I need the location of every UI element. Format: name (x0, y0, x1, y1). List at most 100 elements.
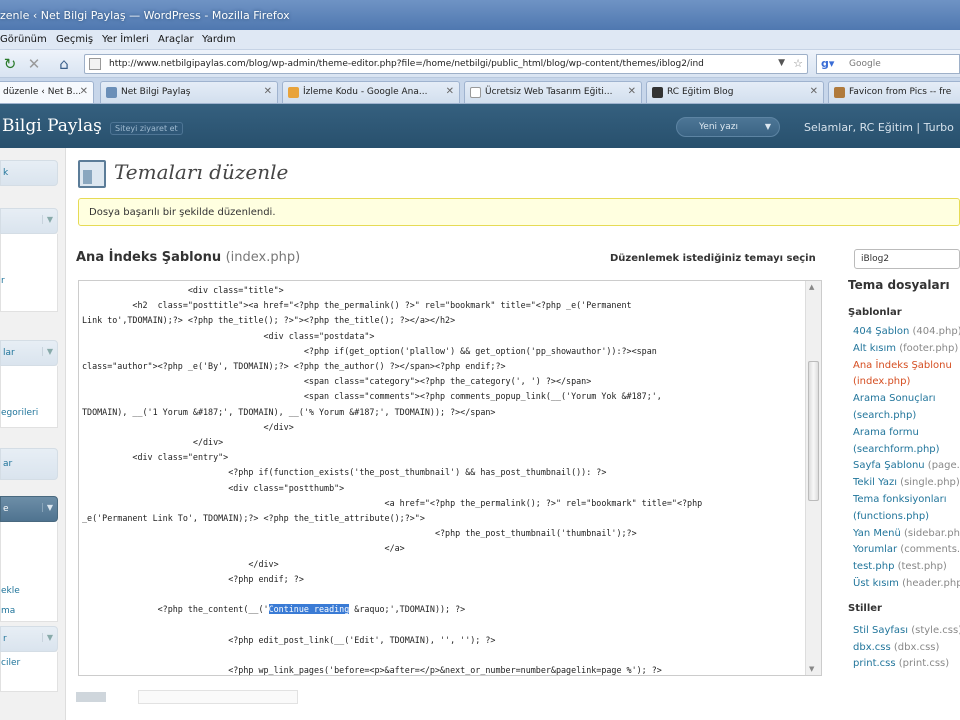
sidebar-item-label: e (3, 504, 9, 514)
sidebar-submenu: egorileri (0, 366, 58, 428)
tab-favicon-icon (106, 87, 117, 98)
code-textarea[interactable]: <div class="title"> <h2 class="posttitle… (82, 283, 804, 675)
chevron-down-icon[interactable]: ▼ (41, 347, 53, 356)
tab-label: RC Eğitim Blog (667, 87, 734, 97)
style-file-link[interactable]: dbx.css (dbx.css) (853, 642, 939, 653)
visit-site-button[interactable]: Siteyi ziyaret et (110, 122, 183, 135)
close-tab-icon[interactable]: ✕ (628, 86, 636, 97)
user-greeting[interactable]: Selamlar, RC Eğitim | Turbo (804, 121, 954, 134)
close-tab-icon[interactable]: ✕ (446, 86, 454, 97)
template-file-link[interactable]: Tema fonksiyonları (853, 494, 947, 505)
scroll-down-icon[interactable]: ▼ (809, 665, 814, 673)
tab-favicon-from-pics[interactable]: Favicon from Pics -- fre (828, 81, 960, 103)
site-name[interactable]: Bilgi Paylaş (2, 116, 102, 136)
chevron-down-icon[interactable]: ▼ (41, 633, 53, 642)
sidebar-item-label: r (3, 634, 7, 644)
search-placeholder[interactable]: Google (849, 59, 881, 69)
template-file-link[interactable]: Üst kısım (header.php) (853, 578, 960, 589)
tab-favicon-icon (834, 87, 845, 98)
sidebar-item-themes[interactable]: ma (1, 606, 59, 616)
chevron-down-icon[interactable]: ▼ (41, 503, 53, 512)
template-file-link[interactable]: Alt kısım (footer.php) (853, 343, 958, 354)
sidebar-submenu: r (0, 234, 58, 312)
theme-select[interactable]: iBlog2 (854, 249, 960, 269)
menu-help[interactable]: Yardım (202, 34, 236, 45)
menu-bookmarks[interactable]: Yer İmleri (102, 34, 149, 45)
tab-theme-editor[interactable]: düzenle ‹ Net B... ✕ (0, 81, 94, 103)
code-line: <?php if(function_exists('the_post_thumb… (82, 467, 607, 478)
chevron-down-icon[interactable]: ▼ (765, 122, 771, 131)
template-file-link[interactable]: Arama Sonuçları (853, 393, 936, 404)
code-editor[interactable]: <div class="title"> <h2 class="posttitle… (78, 280, 822, 676)
template-file-link[interactable]: (searchform.php) (853, 444, 940, 455)
sidebar-item-label: k (3, 168, 9, 178)
google-icon[interactable]: g▾ (821, 57, 834, 70)
tab-favicon-icon (652, 87, 663, 98)
tab-label: Favicon from Pics -- fre (849, 87, 952, 97)
file-title-name: Ana İndeks Şablonu (76, 250, 222, 265)
template-file-link[interactable]: 404 Şablon (404.php) (853, 326, 960, 337)
code-line: <h2 class="posttitle"><a href="<?php the… (82, 300, 632, 311)
template-file-link[interactable]: test.php (test.php) (853, 561, 947, 572)
bookmark-star-icon[interactable]: ☆ (793, 57, 803, 70)
close-tab-icon[interactable]: ✕ (810, 86, 818, 97)
template-file-link[interactable]: (functions.php) (853, 511, 929, 522)
appearance-icon (78, 160, 106, 188)
tab-net-bilgi[interactable]: Net Bilgi Paylaş ✕ (100, 81, 278, 103)
sidebar-item-pages[interactable]: ar (0, 448, 58, 480)
code-line: <?php if(get_option('plallow') && get_op… (82, 345, 657, 356)
templates-heading: Şablonlar (848, 307, 902, 318)
template-file-link[interactable]: Yan Menü (sidebar.php) (853, 528, 960, 539)
sidebar-item-appearance[interactable]: e ▼ (0, 496, 58, 522)
url-dropdown-icon[interactable]: ▼ (778, 58, 785, 68)
menu-tools[interactable]: Araçlar (158, 34, 194, 45)
template-file-link[interactable]: (index.php) (853, 376, 910, 387)
documentation-label (76, 692, 106, 702)
style-file-link[interactable]: print.css (print.css) (853, 658, 949, 669)
template-file-link[interactable]: Tekil Yazı (single.php) (853, 477, 960, 488)
template-file-link[interactable]: Sayfa Şablonu (page.php) (853, 460, 960, 471)
scroll-up-icon[interactable]: ▲ (809, 283, 814, 291)
reload-icon[interactable]: ↻ (0, 54, 20, 74)
sidebar-item[interactable]: r (1, 276, 59, 286)
home-icon[interactable]: ⌂ (54, 54, 74, 74)
sidebar-item-posts-header[interactable]: ▼ (0, 208, 58, 234)
documentation-select[interactable] (138, 690, 298, 704)
code-line: <div class="title"> (82, 285, 284, 295)
url-bar[interactable]: http://www.netbilgipaylas.com/blog/wp-ad… (84, 54, 808, 74)
close-tab-icon[interactable]: ✕ (80, 86, 88, 97)
menu-view[interactable]: Görünüm (0, 34, 47, 45)
code-line: _e('Permanent Link To', TDOMAIN);?> <?ph… (82, 513, 425, 524)
style-file-link[interactable]: Stil Sayfası (style.css) (853, 625, 960, 636)
template-file-link[interactable]: Arama formu (853, 427, 919, 438)
editor-scrollbar[interactable]: ▲ ▼ (805, 281, 821, 675)
template-file-link[interactable]: Ana İndeks Şablonu (853, 360, 952, 371)
tab-google-analytics[interactable]: İzleme Kodu - Google Ana... ✕ (282, 81, 460, 103)
tab-web-tasarim[interactable]: Ücretsiz Web Tasarım Eğiti... ✕ (464, 81, 642, 103)
scrollbar-thumb[interactable] (808, 361, 819, 501)
theme-select-value[interactable]: iBlog2 (861, 254, 889, 264)
sidebar-item-categories[interactable]: egorileri (1, 408, 59, 418)
tab-bar: düzenle ‹ Net B... ✕ Net Bilgi Paylaş ✕ … (0, 78, 960, 104)
sidebar-item-users-sub[interactable]: ciler (1, 658, 59, 668)
styles-heading: Stiller (848, 602, 882, 614)
chevron-down-icon[interactable]: ▼ (41, 215, 53, 224)
sidebar-item-add[interactable]: ekle (1, 586, 59, 596)
sidebar-item-users[interactable]: r ▼ (0, 626, 58, 652)
tab-rc-egitim[interactable]: RC Eğitim Blog ✕ (646, 81, 824, 103)
sidebar-item-label: ar (3, 459, 13, 469)
new-post-button[interactable]: Yeni yazı ▼ (676, 117, 780, 137)
url-text[interactable]: http://www.netbilgipaylas.com/blog/wp-ad… (109, 59, 769, 69)
close-tab-icon[interactable]: ✕ (264, 86, 272, 97)
menu-history[interactable]: Geçmiş (56, 34, 93, 45)
template-file-link[interactable]: (search.php) (853, 410, 916, 421)
code-line: <a href="<?php the_permalink(); ?>" rel=… (82, 497, 703, 508)
theme-files-panel: Tema dosyaları Şablonlar 404 Şablon (404… (848, 276, 960, 720)
template-file-link[interactable]: Yorumlar (comments.php) (853, 544, 960, 555)
search-bar[interactable]: g▾ Google (816, 54, 960, 74)
sidebar-item-dashboard[interactable]: k (0, 160, 58, 186)
sidebar-item-media[interactable]: lar ▼ (0, 340, 58, 366)
stop-icon[interactable]: ✕ (24, 54, 44, 74)
page-title: Temaları düzenle (114, 160, 289, 184)
